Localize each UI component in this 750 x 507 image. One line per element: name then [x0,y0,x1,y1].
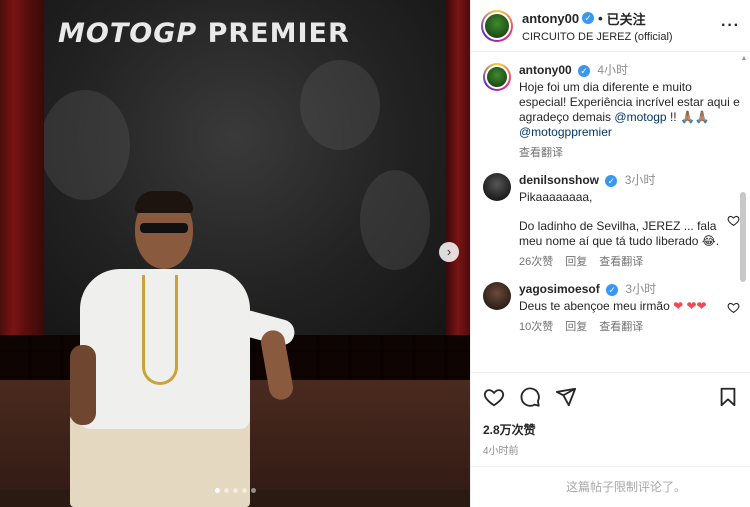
backdrop-helmet-shape [300,60,380,150]
reply-button[interactable]: 回复 [565,320,587,335]
post-header: antony00 ✓ • 已关注 CIRCUITO DE JEREZ (offi… [471,0,750,52]
comment-time[interactable]: 3小时 [625,282,656,296]
carousel-dot[interactable] [251,488,256,493]
see-translation-link[interactable]: 查看翻译 [599,320,643,335]
comment: denilsonshow ✓ 3小时 Pikaaaaaaaa, Do ladin… [483,173,741,270]
reply-button[interactable]: 回复 [565,255,587,270]
post-side-panel: antony00 ✓ • 已关注 CIRCUITO DE JEREZ (offi… [470,0,750,507]
like-comment-heart-icon[interactable] [727,214,741,230]
commenter-avatar[interactable] [483,173,511,201]
caption-text: Hoje foi um dia diferente e muito especi… [519,80,740,139]
author-avatar[interactable] [483,63,511,91]
mention-link[interactable]: @motogppremier [519,125,612,139]
person-hair [135,191,193,213]
comments-restricted-notice: 这篇帖子限制评论了。 [471,466,750,507]
comments-scrollbar[interactable]: ▲ [740,55,748,365]
red-curtain [0,0,44,340]
carousel-dot[interactable] [233,488,238,493]
commenter-avatar[interactable] [483,282,511,310]
comment-likes[interactable]: 26次赞 [519,255,553,270]
header-text: antony00 ✓ • 已关注 CIRCUITO DE JEREZ (offi… [522,9,721,43]
verified-icon: ✓ [605,175,618,187]
comment-bubble-icon[interactable] [519,386,541,408]
verified-icon: ✓ [606,284,619,296]
author-avatar[interactable] [481,9,513,42]
comment-text: Pikaaaaaaaa, [519,190,593,204]
verified-icon: ✓ [582,12,595,24]
carousel-dot[interactable] [242,488,247,493]
comments-list[interactable]: antony00 ✓ 4小时 Hoje foi um dia diferente… [471,53,750,368]
mention-link[interactable]: @motogp [614,110,666,124]
caption-time[interactable]: 4小时 [597,63,628,77]
sunglasses [140,223,188,233]
carousel-dot[interactable] [224,488,229,493]
like-heart-icon[interactable] [483,386,505,408]
separator-dot: • [598,10,603,26]
carousel-dots [215,488,256,493]
post-actions: 2.8万次赞 4小时前 [471,372,750,457]
caption-username[interactable]: antony00 [519,63,572,77]
comment-text: Do ladinho de Sevilha, JEREZ ... fala me… [519,219,720,248]
comment-username[interactable]: yagosimoesof [519,282,600,296]
author-username[interactable]: antony00 [522,11,579,26]
see-translation-link[interactable]: 查看翻译 [599,255,643,270]
see-translation-link[interactable]: 查看翻译 [519,146,563,161]
following-button[interactable]: 已关注 [607,9,646,28]
person-left-arm [70,345,96,425]
carousel-dot[interactable] [215,488,220,493]
share-send-icon[interactable] [555,386,577,408]
scrollbar-thumb[interactable] [740,192,746,282]
seated-person [60,191,300,507]
backdrop-rider-shape [360,170,430,270]
carousel-next-button[interactable]: › [439,242,459,262]
comment-likes[interactable]: 10次赞 [519,320,553,335]
post-timestamp[interactable]: 4小时前 [483,442,739,457]
comment: yagosimoesof ✓ 3小时 Deus te abençoe meu i… [483,282,741,335]
save-bookmark-icon[interactable] [717,386,739,408]
comment-text: Deus te abençoe meu irmão ❤ ❤❤ [519,299,707,313]
comment-username[interactable]: denilsonshow [519,173,599,187]
scroll-up-arrow-icon[interactable]: ▲ [740,55,748,62]
like-comment-heart-icon[interactable] [727,301,741,317]
backdrop-rider-shape [40,90,130,200]
verified-icon: ✓ [578,65,591,77]
post-media[interactable]: MOTOGP PREMIER › [0,0,470,507]
red-heart-emoji: ❤ ❤❤ [673,299,707,313]
likes-count[interactable]: 2.8万次赞 [483,421,739,438]
motogp-premier-banner: MOTOGP PREMIER [58,18,350,49]
gold-chain [142,275,178,385]
more-options-icon[interactable]: ··· [721,17,740,35]
location-link[interactable]: CIRCUITO DE JEREZ (official) [522,31,721,43]
red-curtain [446,0,470,340]
caption: antony00 ✓ 4小时 Hoje foi um dia diferente… [483,63,741,161]
comment-time[interactable]: 3小时 [625,173,656,187]
